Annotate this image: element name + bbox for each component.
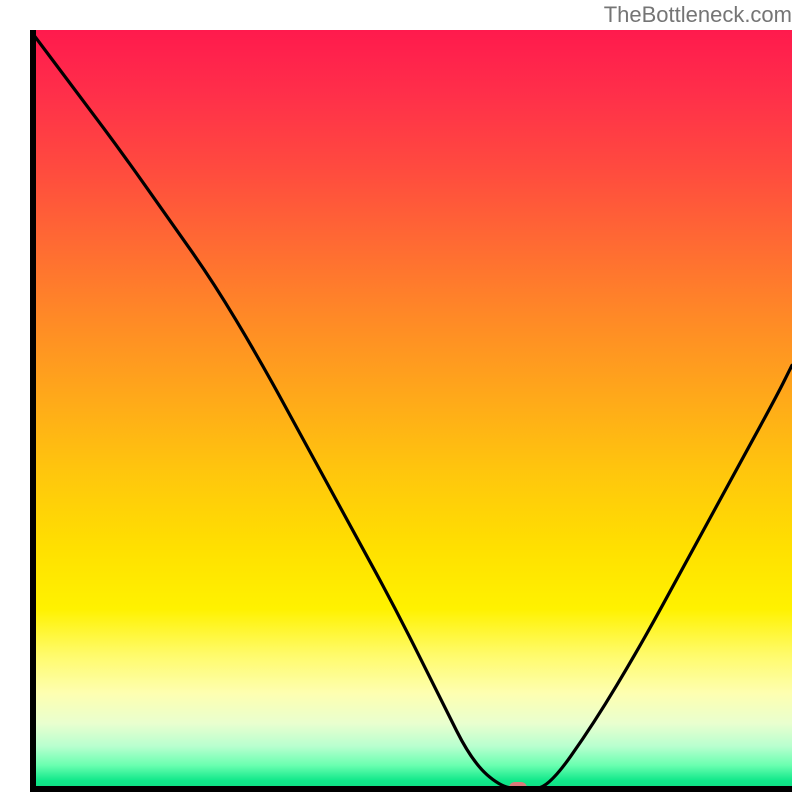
plot-area: [30, 30, 792, 792]
watermark-text: TheBottleneck.com: [604, 2, 792, 28]
curve-svg: [30, 30, 792, 792]
optimal-point-marker: [509, 782, 527, 792]
chart-container: [0, 0, 800, 800]
bottleneck-curve-path: [30, 30, 792, 788]
